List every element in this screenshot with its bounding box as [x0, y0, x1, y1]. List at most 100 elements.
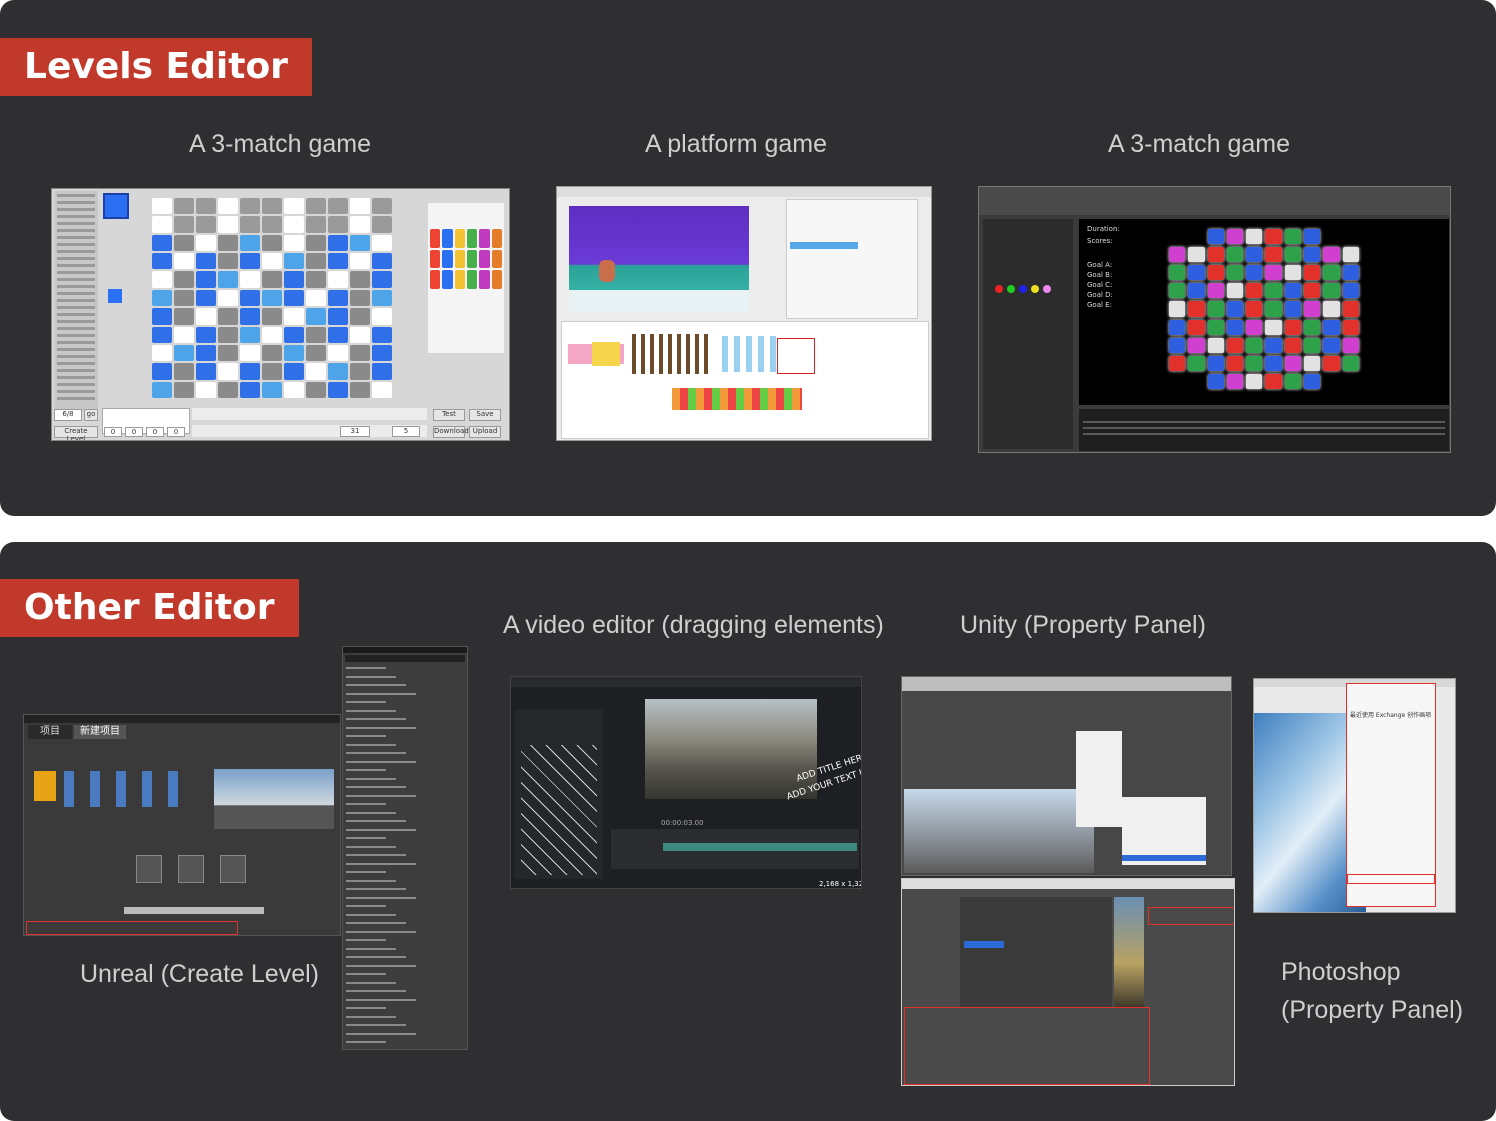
board-cell[interactable]	[152, 326, 172, 343]
property-row[interactable]	[346, 718, 406, 720]
board-cell[interactable]	[350, 289, 370, 307]
board-cell[interactable]	[1169, 283, 1186, 299]
board-cell[interactable]	[262, 271, 282, 288]
board-cell[interactable]	[262, 289, 282, 307]
board-cell[interactable]	[284, 344, 304, 362]
property-row[interactable]	[346, 888, 406, 890]
property-row[interactable]	[346, 692, 416, 695]
video-preview[interactable]: ADD TITLE HERE ADD YOUR TEXT HE	[645, 699, 861, 802]
board-cell[interactable]	[306, 344, 326, 362]
level-number-row[interactable]	[57, 194, 95, 197]
board-cell[interactable]	[1265, 283, 1282, 299]
property-row[interactable]	[346, 930, 416, 933]
unity-build-settings[interactable]	[960, 897, 1112, 1007]
level-number-row[interactable]	[57, 334, 95, 337]
level-number-row[interactable]	[57, 348, 95, 351]
board-cell[interactable]	[1265, 247, 1282, 263]
board-cell[interactable]	[350, 381, 370, 398]
board-cell[interactable]	[240, 253, 260, 270]
selected-template-icon[interactable]	[34, 771, 56, 801]
property-row[interactable]	[346, 786, 406, 788]
board-cell[interactable]	[218, 289, 238, 307]
palette-tile[interactable]	[491, 270, 502, 289]
board-cell[interactable]	[1342, 265, 1359, 281]
property-row[interactable]	[346, 1007, 386, 1009]
level-number-row[interactable]	[57, 390, 95, 393]
palette-tile[interactable]	[479, 270, 490, 289]
game-board-view[interactable]: Duration: Scores: Goal A: Goal B: Goal C…	[1079, 219, 1449, 405]
property-row[interactable]	[346, 939, 386, 941]
board-cell[interactable]	[1207, 319, 1224, 335]
board-cell[interactable]	[240, 198, 260, 215]
board-cell[interactable]	[1265, 265, 1282, 281]
board-cell[interactable]	[218, 344, 238, 362]
board-cell[interactable]	[1284, 247, 1302, 263]
board-cell[interactable]	[1265, 301, 1282, 317]
board-cell[interactable]	[328, 344, 348, 362]
property-row[interactable]	[346, 1032, 416, 1035]
board-cell[interactable]	[1343, 374, 1359, 389]
level-number-field[interactable]: 6/8	[54, 409, 82, 421]
level-number-row[interactable]	[57, 383, 95, 386]
board-cell[interactable]	[262, 363, 282, 380]
board-cell[interactable]	[284, 271, 304, 288]
board-cell[interactable]	[1284, 355, 1302, 371]
board-cell[interactable]	[1169, 229, 1185, 244]
board-cell[interactable]	[174, 234, 194, 252]
board-cell[interactable]	[1323, 283, 1340, 299]
property-row[interactable]	[346, 981, 396, 984]
board-cell[interactable]	[284, 289, 304, 307]
property-row[interactable]	[346, 794, 416, 797]
board-cell[interactable]	[1342, 301, 1359, 317]
board-cell[interactable]	[196, 308, 216, 325]
unity-context-menu[interactable]	[1076, 731, 1122, 827]
board-cell[interactable]	[174, 253, 194, 270]
board-cell[interactable]	[174, 381, 194, 398]
board-cell[interactable]	[1304, 319, 1321, 335]
level-number-row[interactable]	[57, 243, 95, 246]
level-number-row[interactable]	[57, 250, 95, 253]
board-cell[interactable]	[1246, 319, 1263, 335]
board-cell[interactable]	[306, 271, 326, 288]
selected-platform[interactable]	[964, 941, 1004, 948]
property-row[interactable]	[346, 947, 396, 950]
property-row[interactable]	[346, 913, 396, 916]
board-cell[interactable]	[284, 308, 304, 325]
unity-scene-view[interactable]	[904, 789, 1094, 873]
board-cell[interactable]	[196, 253, 216, 270]
board-cell[interactable]	[1304, 301, 1321, 317]
board-cell[interactable]	[152, 363, 172, 380]
property-row[interactable]	[346, 803, 386, 805]
board-cell[interactable]	[1207, 301, 1224, 317]
board-cell[interactable]	[218, 253, 238, 270]
timeline-clip[interactable]	[663, 843, 857, 851]
board-cell[interactable]	[1207, 247, 1224, 263]
property-row[interactable]	[346, 777, 396, 780]
board-cell[interactable]	[1169, 319, 1186, 335]
board-cell[interactable]	[306, 289, 326, 307]
board-cell[interactable]	[152, 381, 172, 398]
board-cell[interactable]	[174, 216, 194, 233]
board-cell[interactable]	[284, 381, 304, 398]
board-cell[interactable]	[1323, 265, 1340, 281]
board-cell[interactable]	[1169, 374, 1185, 389]
board-cell[interactable]	[196, 271, 216, 288]
board-cell[interactable]	[1284, 301, 1302, 317]
property-row[interactable]	[346, 905, 386, 907]
board-cell[interactable]	[328, 381, 348, 398]
level-number-row[interactable]	[57, 278, 95, 281]
board-cell[interactable]	[328, 216, 348, 233]
property-row[interactable]	[346, 837, 386, 839]
board-cell[interactable]	[1284, 265, 1302, 281]
board-cell[interactable]	[1265, 337, 1282, 353]
level-number-row[interactable]	[57, 292, 95, 295]
property-row[interactable]	[346, 769, 386, 771]
board-cell[interactable]	[1246, 229, 1263, 245]
board-cell[interactable]	[350, 198, 370, 215]
board-cell[interactable]	[328, 234, 348, 252]
board-cell[interactable]	[1188, 337, 1205, 353]
level-number-row[interactable]	[57, 369, 95, 372]
board-cell[interactable]	[1226, 319, 1244, 335]
board-cell[interactable]	[262, 253, 282, 270]
property-row[interactable]	[346, 879, 396, 882]
